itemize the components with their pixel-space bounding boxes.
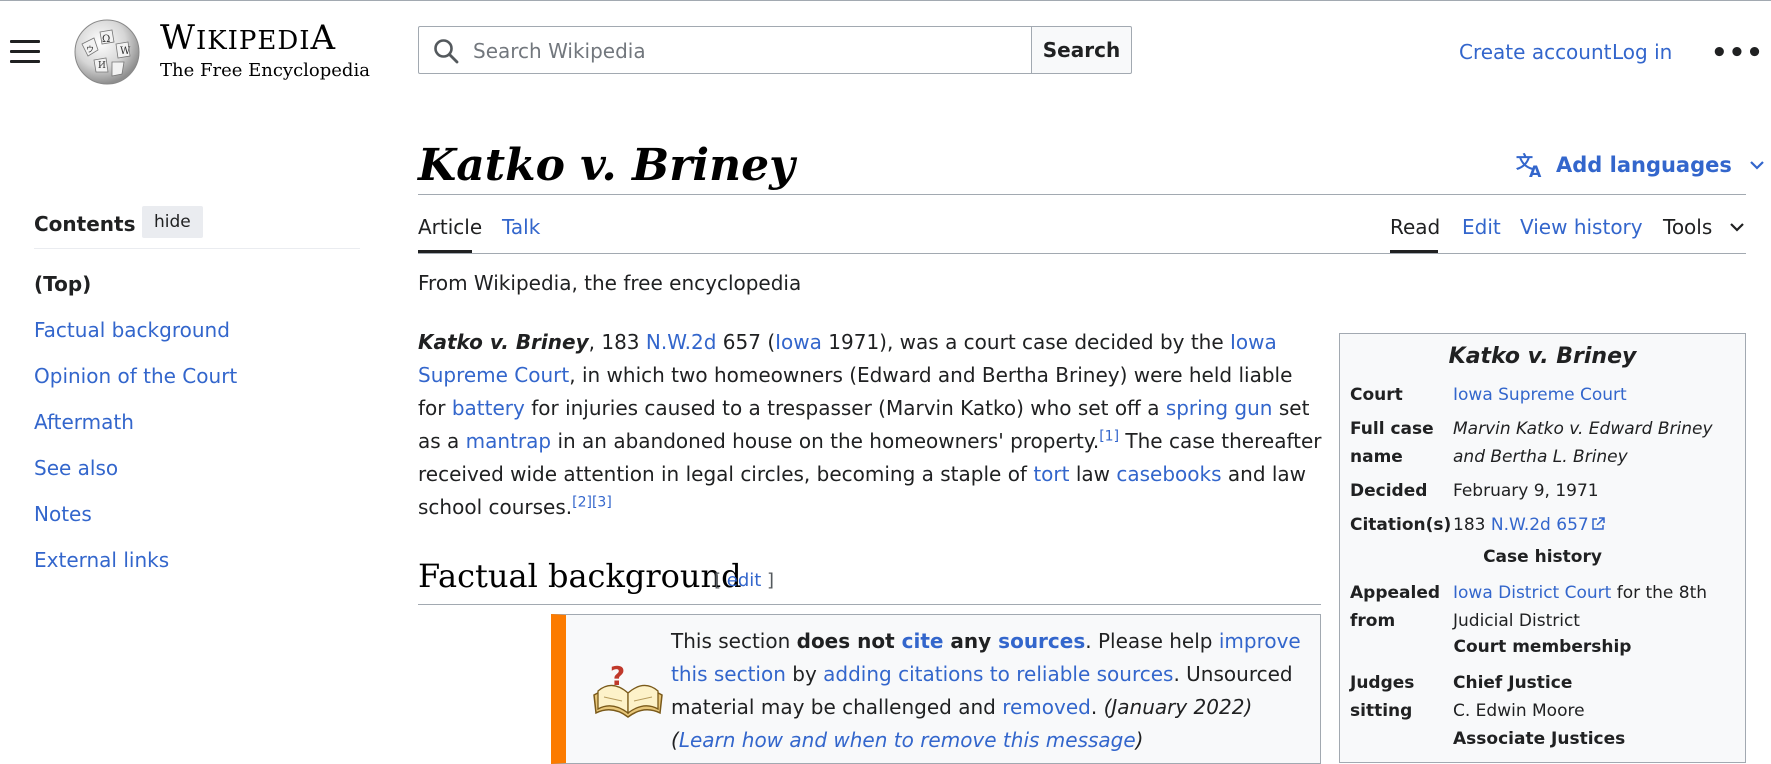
link-removed[interactable]: removed [1002, 695, 1091, 719]
svg-text:ウ: ウ [86, 45, 94, 54]
page-title: Katko v. Briney [418, 140, 795, 191]
toc-item-notes[interactable]: Notes [34, 502, 92, 526]
lead-paragraph: Katko v. Briney, 183 N.W.2d 657 (Iowa 19… [418, 330, 1322, 519]
infobox-chief-justice-label: Chief Justice [1453, 673, 1573, 693]
infobox-label-decided: Decided [1350, 481, 1428, 501]
infobox-citation-link[interactable]: N.W.2d 657 [1491, 515, 1589, 535]
user-menu-ellipsis-icon[interactable]: ••• [1711, 38, 1764, 68]
add-languages-button[interactable]: 文 A Add languages [1516, 152, 1771, 181]
toc-item-see-also[interactable]: See also [34, 456, 118, 480]
link-mantrap[interactable]: mantrap [466, 429, 551, 453]
svg-text:W: W [120, 46, 131, 57]
wikipedia-globe-logo[interactable]: Ω W И ウ [68, 14, 146, 86]
tabs-divider [418, 253, 1746, 254]
infobox-label-full-case-name: Full case name [1350, 419, 1434, 467]
toc-item-opinion-of-the-court[interactable]: Opinion of the Court [34, 364, 237, 388]
link-sources[interactable]: sources [998, 629, 1085, 653]
infobox-citation: 183 N.W.2d 657 [1453, 511, 1738, 539]
link-casebooks[interactable]: casebooks [1116, 462, 1221, 486]
infobox-court-link[interactable]: Iowa Supreme Court [1453, 381, 1738, 409]
link-learn-how[interactable]: Learn how and when to remove this messag… [679, 728, 1136, 752]
section-heading-factual-background: Factual background [418, 557, 742, 595]
infobox: Katko v. Briney Court Iowa Supreme Court… [1339, 333, 1746, 763]
toc-hide-button[interactable]: hide [142, 206, 203, 238]
tab-view-history[interactable]: View history [1520, 215, 1643, 239]
infobox-appealed-from: Iowa District Court for the 8th Judicial… [1453, 583, 1708, 631]
infobox-label-judges-sitting: Judges sitting [1350, 673, 1415, 721]
svg-text:И: И [98, 61, 106, 71]
link-battery[interactable]: battery [452, 396, 525, 420]
reference-2[interactable]: [2] [572, 494, 592, 510]
toc-title: Contents [34, 212, 136, 236]
tools-menu[interactable]: Tools [1663, 215, 1745, 239]
section-divider [418, 604, 1321, 605]
create-account-link[interactable]: Create account [1459, 40, 1612, 64]
svg-text:A: A [1529, 162, 1542, 178]
link-nw2d[interactable]: N.W.2d [646, 330, 717, 354]
link-cite[interactable]: cite [902, 629, 944, 653]
title-divider [418, 194, 1746, 195]
search-button[interactable]: Search [1031, 26, 1132, 74]
reference-3[interactable]: [3] [592, 494, 612, 510]
link-spring-gun[interactable]: spring gun [1166, 396, 1273, 420]
infobox-caption: Katko v. Briney [1448, 344, 1637, 369]
search-input[interactable] [471, 27, 1015, 75]
toc-item-aftermath[interactable]: Aftermath [34, 410, 134, 434]
tab-edit[interactable]: Edit [1462, 215, 1501, 239]
section-edit: [ edit ] [714, 570, 775, 591]
question-book-icon: ? [593, 662, 663, 718]
tab-article[interactable]: Article [418, 215, 482, 239]
tab-read[interactable]: Read [1390, 215, 1440, 239]
lead-title: Katko v. Briney [418, 330, 589, 354]
chevron-down-icon [1729, 223, 1744, 232]
infobox-associate-justices-label: Associate Justices [1453, 729, 1626, 749]
infobox-label-court: Court [1350, 385, 1403, 405]
wikipedia-wordmark[interactable]: WIKIPEDIA The Free Encyclopedia [160, 20, 370, 82]
site-subtitle: From Wikipedia, the free encyclopedia [418, 271, 802, 295]
infobox-appealed-link[interactable]: Iowa District Court [1453, 583, 1611, 603]
infobox-label-appealed-from: Appealed from [1350, 583, 1441, 631]
chevron-down-icon [1750, 161, 1764, 170]
infobox-decided: February 9, 1971 [1453, 481, 1599, 501]
top-border [0, 0, 1771, 1]
link-tort[interactable]: tort [1033, 462, 1069, 486]
svg-text:Ω: Ω [102, 34, 110, 45]
log-in-link[interactable]: Log in [1612, 40, 1672, 64]
infobox-chief-justice: C. Edwin Moore [1453, 701, 1585, 721]
main-menu-icon[interactable] [10, 40, 40, 64]
section-edit-link[interactable]: edit [727, 570, 762, 591]
unsourced-section-notice: ? This section does not cite any sources… [551, 614, 1321, 764]
infobox-label-citations: Citation(s) [1350, 515, 1452, 535]
infobox-heading-court-membership: Court membership [1453, 637, 1632, 657]
notice-text: This section does not cite any sources. … [671, 629, 1301, 752]
toc-item-external-links[interactable]: External links [34, 548, 169, 572]
toc-item-top[interactable]: (Top) [34, 272, 91, 296]
infobox-heading-case-history: Case history [1483, 547, 1602, 567]
toc-item-factual-background[interactable]: Factual background [34, 318, 230, 342]
link-iowa[interactable]: Iowa [775, 330, 822, 354]
reference-1[interactable]: [1] [1099, 428, 1119, 444]
link-adding-citations[interactable]: adding citations to reliable sources [823, 662, 1173, 686]
toc-divider [34, 248, 360, 249]
infobox-full-case-name: Marvin Katko v. Edward Briney and Bertha… [1453, 419, 1713, 467]
external-link-icon [1591, 517, 1605, 530]
search-field[interactable] [418, 26, 1032, 75]
tab-talk[interactable]: Talk [502, 215, 540, 239]
svg-text:?: ? [610, 662, 625, 692]
language-icon: 文 A [1516, 152, 1542, 181]
search-icon [434, 39, 459, 64]
wordmark-tagline: The Free Encyclopedia [160, 60, 370, 81]
